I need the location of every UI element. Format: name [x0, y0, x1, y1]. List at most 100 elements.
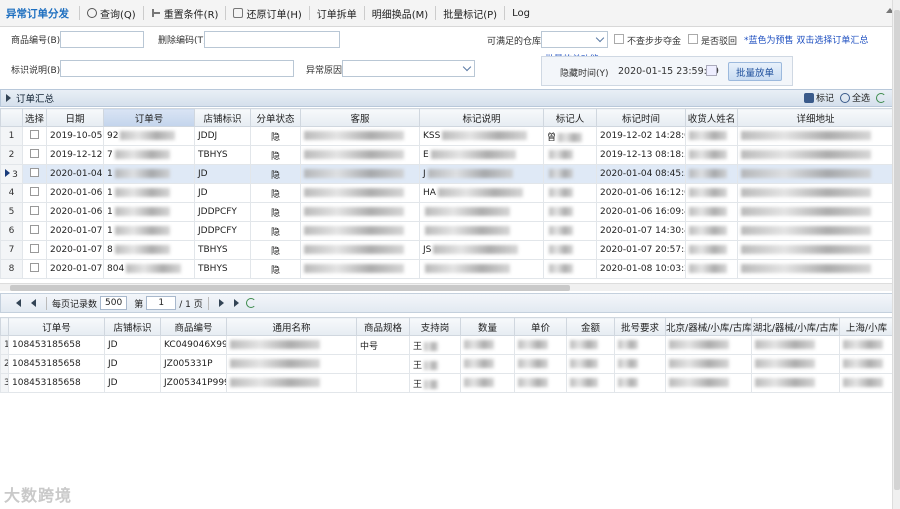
col-header[interactable]: 支持岗 — [409, 317, 461, 336]
col-header[interactable]: 标记人 — [543, 108, 597, 127]
shop-cell: JDDPCFY — [194, 221, 251, 241]
page-number-input[interactable]: 1 — [146, 296, 177, 310]
col-header[interactable]: 批号要求 — [614, 317, 666, 336]
collapse-icon[interactable] — [6, 94, 11, 102]
date-cell: 2020-01-07 — [46, 221, 104, 241]
table-row[interactable]: 4 2020-01-061 JD隐 HA 2020-01-06 16:12:03 — [0, 183, 894, 203]
col-header[interactable]: 店铺标识 — [104, 317, 161, 336]
divider — [79, 6, 80, 20]
divider — [435, 6, 437, 20]
row-checkbox[interactable] — [30, 206, 39, 215]
order-cell: 7 — [103, 145, 195, 165]
marker-cell — [543, 221, 597, 241]
row-checkbox[interactable] — [30, 225, 39, 234]
col-header[interactable]: 北京/器械/小库/古库 — [665, 317, 752, 336]
calendar-icon[interactable] — [706, 65, 717, 76]
col-header[interactable]: 店铺标识 — [194, 108, 251, 127]
next-page-icon[interactable] — [218, 299, 224, 307]
redacted-cell — [665, 354, 752, 374]
swap-item-button[interactable]: 明细换品(M) — [367, 3, 433, 23]
row-checkbox[interactable] — [30, 168, 39, 177]
abnormal-reason-select[interactable] — [342, 60, 475, 77]
orders-horizontal-scrollbar[interactable] — [0, 283, 893, 291]
redacted-text — [114, 207, 170, 216]
table-row[interactable]: 3 2020-01-041 JD隐 J 2020-01-04 08:45:33 — [0, 164, 894, 184]
mark-desc-input[interactable] — [60, 60, 294, 77]
col-header[interactable]: 日期 — [46, 108, 104, 127]
col-header[interactable]: 商品规格 — [356, 317, 410, 336]
redacted-text — [669, 359, 729, 368]
row-checkbox[interactable] — [30, 263, 39, 272]
last-page-icon[interactable] — [233, 299, 239, 307]
row-checkbox[interactable] — [30, 130, 39, 139]
refresh-icon[interactable] — [245, 298, 256, 308]
table-row[interactable]: 2 2019-12-127 TBHYS隐 E 2019-12-13 08:18:54 — [0, 145, 894, 165]
redacted-text — [755, 359, 815, 368]
redacted-text — [304, 169, 404, 178]
marker-cell — [543, 202, 597, 222]
select-all-button[interactable]: 全选 — [839, 91, 870, 104]
query-button[interactable]: 查询(Q) — [82, 3, 141, 23]
first-page-icon[interactable] — [16, 299, 21, 307]
date-cell: 2019-12-12 — [46, 145, 104, 165]
col-header[interactable]: 订单号 — [8, 317, 105, 336]
is-return-checkbox[interactable] — [688, 34, 698, 44]
prev-page-icon[interactable] — [31, 299, 36, 307]
divider — [504, 6, 506, 20]
col-header[interactable]: 选择 — [22, 108, 47, 127]
row-checkbox[interactable] — [30, 149, 39, 158]
table-row[interactable]: 3108453185658JDJZ005341P999 王 — [0, 373, 894, 393]
col-header[interactable]: 订单号 — [103, 108, 195, 127]
product-code-cell: KC049046X999 — [160, 335, 227, 355]
col-header[interactable]: 金额 — [566, 317, 615, 336]
col-header[interactable]: 标记时间 — [596, 108, 686, 127]
table-row[interactable]: 1108453185658JDKC049046X999 中号王 — [0, 335, 894, 355]
split-order-button[interactable]: 订单拆单 — [312, 3, 362, 23]
shop-cell: JD — [194, 183, 251, 203]
col-header[interactable]: 通用名称 — [226, 317, 357, 336]
date-cell: 2020-01-06 — [46, 202, 104, 222]
col-header[interactable]: 分单状态 — [250, 108, 301, 127]
col-header[interactable]: 客服 — [300, 108, 420, 127]
table-row[interactable]: 6 2020-01-071 JDDPCFY隐 2020-01-07 14:30:41 — [0, 221, 894, 241]
no-step-checkbox[interactable] — [614, 34, 624, 44]
redacted-text — [741, 264, 871, 273]
table-row[interactable]: 1 2019-10-0592 JDDJ隐 KSS 曾 2019-12-02 14:28:0… — [0, 126, 894, 146]
restore-order-button[interactable]: 还原订单(H) — [228, 3, 306, 23]
divider — [308, 6, 310, 20]
mark-button[interactable]: 标记 — [803, 91, 834, 104]
col-header[interactable]: 商品编号 — [160, 317, 227, 336]
reset-button[interactable]: 重置条件(R) — [146, 3, 224, 23]
refresh-button[interactable] — [876, 92, 888, 103]
table-row[interactable]: 8 2020-01-07804 TBHYS隐 2020-01-08 10:03:29 — [0, 259, 894, 279]
col-header[interactable]: 上海/小库 — [839, 317, 894, 336]
col-header[interactable]: 收货人姓名 — [685, 108, 738, 127]
redacted-text — [549, 150, 573, 159]
row-checkbox[interactable] — [30, 244, 39, 253]
product-code-input[interactable] — [60, 31, 144, 48]
col-header[interactable]: 标记说明 — [419, 108, 544, 127]
col-header[interactable]: 详细地址 — [737, 108, 894, 127]
table-row[interactable]: 7 2020-01-078 TBHYS隐 JS 2020-01-07 20:57:52 — [0, 240, 894, 260]
table-row[interactable]: 5 2020-01-061 JDDPCFY隐 2020-01-06 16:09:46 — [0, 202, 894, 222]
row-number-text: 1 — [8, 131, 15, 141]
redacted-cell — [839, 373, 894, 393]
per-page-input[interactable]: 500 — [100, 296, 128, 310]
col-header[interactable]: 湖北/器械/小库/古库 — [751, 317, 840, 336]
row-checkbox[interactable] — [30, 187, 39, 196]
hide-time-value[interactable]: 2020-01-15 23:59:59 — [618, 66, 719, 77]
redacted-text — [669, 340, 729, 349]
redacted-cell — [665, 373, 752, 393]
col-header[interactable]: 单价 — [514, 317, 567, 336]
col-header[interactable]: 数量 — [460, 317, 515, 336]
delete-code-input[interactable] — [204, 31, 340, 48]
log-button[interactable]: Log — [507, 3, 535, 23]
table-row[interactable]: 2108453185658JDJZ005331P 王 — [0, 354, 894, 374]
row-number: 2 — [0, 145, 23, 165]
batch-release-button[interactable]: 批量放单 — [728, 62, 782, 81]
row-number: 7 — [0, 240, 23, 260]
page-vertical-scrollbar[interactable] — [892, 0, 900, 509]
redacted-text — [741, 245, 871, 254]
warehouse-select[interactable] — [541, 31, 608, 48]
batch-mark-button[interactable]: 批量标记(P) — [438, 3, 502, 23]
